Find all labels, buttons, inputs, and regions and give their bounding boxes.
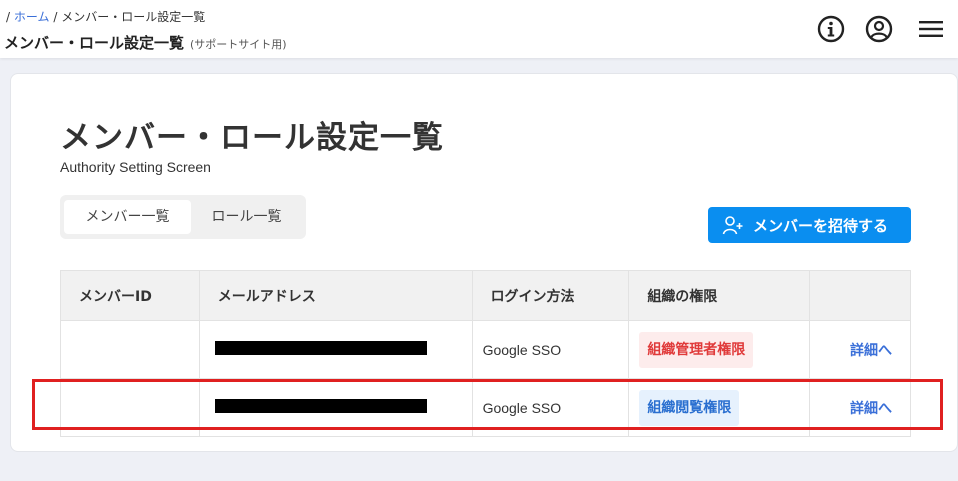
invite-member-label: メンバーを招待する <box>753 217 889 235</box>
email-cell <box>198 378 473 437</box>
page-title: メンバー・ロール設定一覧 <box>60 120 444 156</box>
tab-bar: メンバー一覧 ロール一覧 <box>60 195 306 239</box>
redacted-email <box>214 399 427 413</box>
detail-link[interactable]: 詳細へ <box>820 343 892 359</box>
column-header-member-id: メンバーID <box>60 270 200 321</box>
member-id-cell <box>60 320 200 379</box>
action-cell: 詳細へ <box>809 320 911 379</box>
header-subtitle: (サポートサイト用) <box>190 38 287 51</box>
main-card: メンバー・ロール設定一覧 Authority Setting Screen メン… <box>10 73 958 452</box>
table-row: Google SSO 組織閲覧権限 詳細へ <box>60 378 911 437</box>
action-cell: 詳細へ <box>809 378 911 437</box>
login-method-cell: Google SSO <box>471 320 630 379</box>
tab-role-list[interactable]: ロール一覧 <box>191 200 302 234</box>
breadcrumb-home-link[interactable]: ホーム <box>14 10 50 24</box>
column-header-email: メールアドレス <box>198 270 473 321</box>
column-header-org-role: 組織の権限 <box>628 270 811 321</box>
breadcrumb: / ホーム / メンバー・ロール設定一覧 <box>6 8 205 25</box>
menu-icon[interactable] <box>916 14 946 44</box>
column-header-action <box>809 270 911 321</box>
header-title: メンバー・ロール設定一覧 (サポートサイト用) <box>4 32 287 53</box>
member-id-cell <box>60 378 200 437</box>
breadcrumb-current: / メンバー・ロール設定一覧 <box>53 10 206 24</box>
table-header-row: メンバーID メールアドレス ログイン方法 組織の権限 <box>60 270 911 321</box>
add-user-icon <box>722 214 744 236</box>
role-badge-view: 組織閲覧権限 <box>639 389 740 426</box>
invite-member-button[interactable]: メンバーを招待する <box>708 207 911 243</box>
role-badge-admin: 組織管理者権限 <box>639 331 754 368</box>
table-row: Google SSO 組織管理者権限 詳細へ <box>60 320 911 379</box>
login-method-cell: Google SSO <box>471 378 630 437</box>
redacted-email <box>214 341 427 355</box>
tab-member-list[interactable]: メンバー一覧 <box>64 200 191 234</box>
breadcrumb-separator: / <box>6 10 11 24</box>
page-subtitle: Authority Setting Screen <box>60 159 211 175</box>
info-icon[interactable] <box>816 14 846 44</box>
email-cell <box>198 320 473 379</box>
account-icon[interactable] <box>864 14 894 44</box>
role-cell: 組織閲覧権限 <box>628 378 811 437</box>
member-table: メンバーID メールアドレス ログイン方法 組織の権限 Google SSO 組… <box>60 270 911 437</box>
top-bar: / ホーム / メンバー・ロール設定一覧 メンバー・ロール設定一覧 (サポートサイ… <box>0 0 958 58</box>
header-title-text: メンバー・ロール設定一覧 <box>4 34 185 52</box>
column-header-login-method: ログイン方法 <box>471 270 630 321</box>
detail-link[interactable]: 詳細へ <box>820 401 892 417</box>
role-cell: 組織管理者権限 <box>628 320 811 379</box>
